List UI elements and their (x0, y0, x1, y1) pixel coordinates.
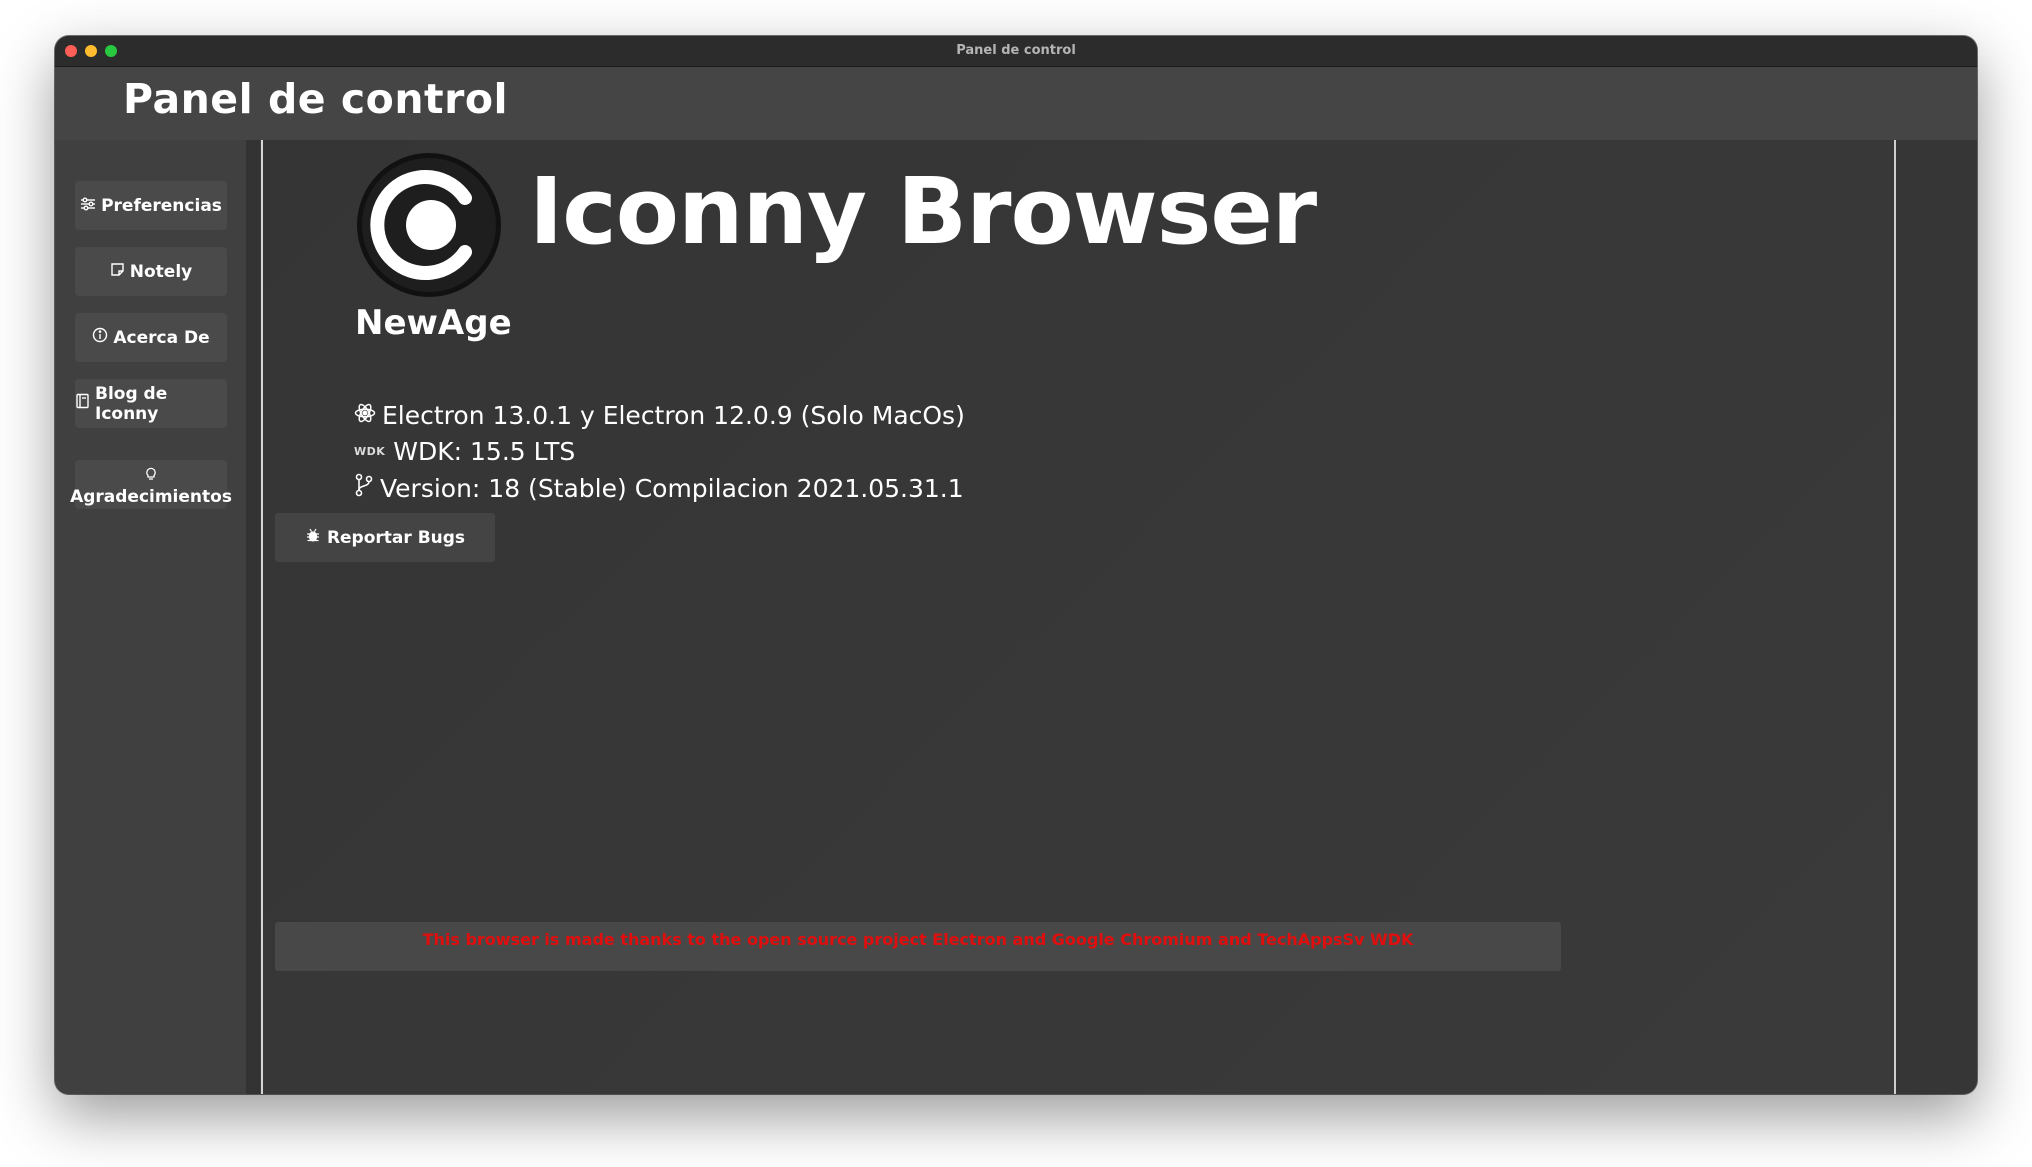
wdk-version: WDK WDK: 15.5 LTS (354, 437, 575, 466)
sidebar-item-acerca-de[interactable]: Acerca De (75, 313, 227, 362)
sidebar-item-label: Blog de Iconny (95, 383, 168, 424)
sidebar-item-preferencias[interactable]: Preferencias (75, 181, 227, 230)
sidebar-divider (246, 140, 260, 1094)
app-window: Panel de control Panel de control Prefer… (55, 36, 1977, 1094)
book-icon (75, 393, 90, 414)
credits-text: This browser is made thanks to the open … (422, 930, 1414, 949)
lightbulb-icon (145, 466, 157, 486)
sidebar: Preferencias Notely Acerca De Blog de Ic… (55, 140, 246, 1094)
title-bar[interactable]: Panel de control (55, 36, 1977, 67)
sidebar-item-label: Acerca De (113, 327, 210, 348)
sidebar-item-agradecimientos[interactable]: Agradecimientos (70, 460, 232, 509)
page-title: Panel de control (123, 75, 509, 123)
credits-bar: This browser is made thanks to the open … (275, 922, 1561, 971)
note-icon (110, 262, 125, 282)
build-version: Version: 18 (Stable) Compilacion 2021.05… (354, 473, 964, 503)
electron-version-text: Electron 13.0.1 y Electron 12.0.9 (Solo … (382, 401, 965, 430)
report-bugs-button[interactable]: Reportar Bugs (275, 513, 495, 562)
sidebar-item-label: Preferencias (101, 195, 222, 216)
git-branch-icon (354, 473, 374, 503)
electron-version: Electron 13.0.1 y Electron 12.0.9 (Solo … (354, 401, 965, 430)
edition-name: NewAge (355, 303, 512, 343)
report-bugs-label: Reportar Bugs (326, 527, 466, 548)
window-title: Panel de control (956, 43, 1076, 58)
build-version-text: Version: 18 (Stable) Compilacion 2021.05… (380, 473, 964, 503)
page-header: Panel de control (55, 67, 1977, 140)
atom-icon (354, 401, 376, 430)
wdk-icon: WDK (354, 445, 386, 458)
sidebar-item-label: Notely (129, 261, 193, 282)
app-name: Iconny Browser (529, 158, 1317, 265)
sidebar-item-blog-de-iconny[interactable]: Blog de Iconny (75, 379, 227, 428)
iconny-logo-icon (357, 153, 501, 301)
info-icon (92, 327, 108, 348)
sidebar-item-notely[interactable]: Notely (75, 247, 227, 296)
bug-icon (305, 527, 321, 548)
right-gutter (1896, 140, 1977, 1094)
sidebar-item-label: Agradecimientos (70, 487, 232, 507)
sliders-icon (80, 196, 96, 216)
wdk-version-text: WDK: 15.5 LTS (393, 437, 576, 466)
